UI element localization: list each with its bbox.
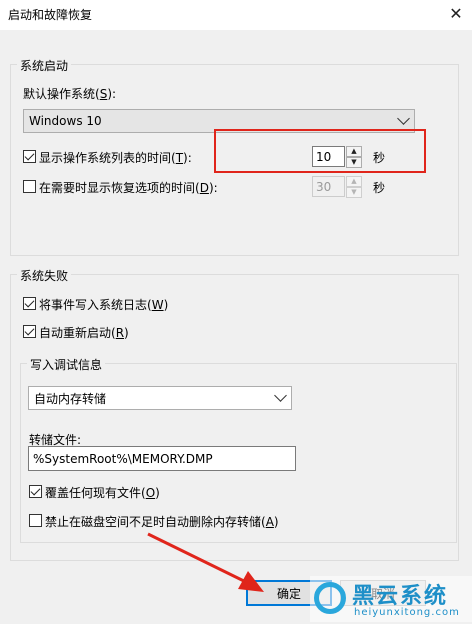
watermark: 黑云系统 heiyunxitong.com [310,576,472,622]
watermark-logo-icon [314,582,346,614]
watermark-url: heiyunxitong.com [354,607,460,618]
annotation-arrow-icon [147,532,264,592]
watermark-brand: 黑云系统 [352,584,449,609]
